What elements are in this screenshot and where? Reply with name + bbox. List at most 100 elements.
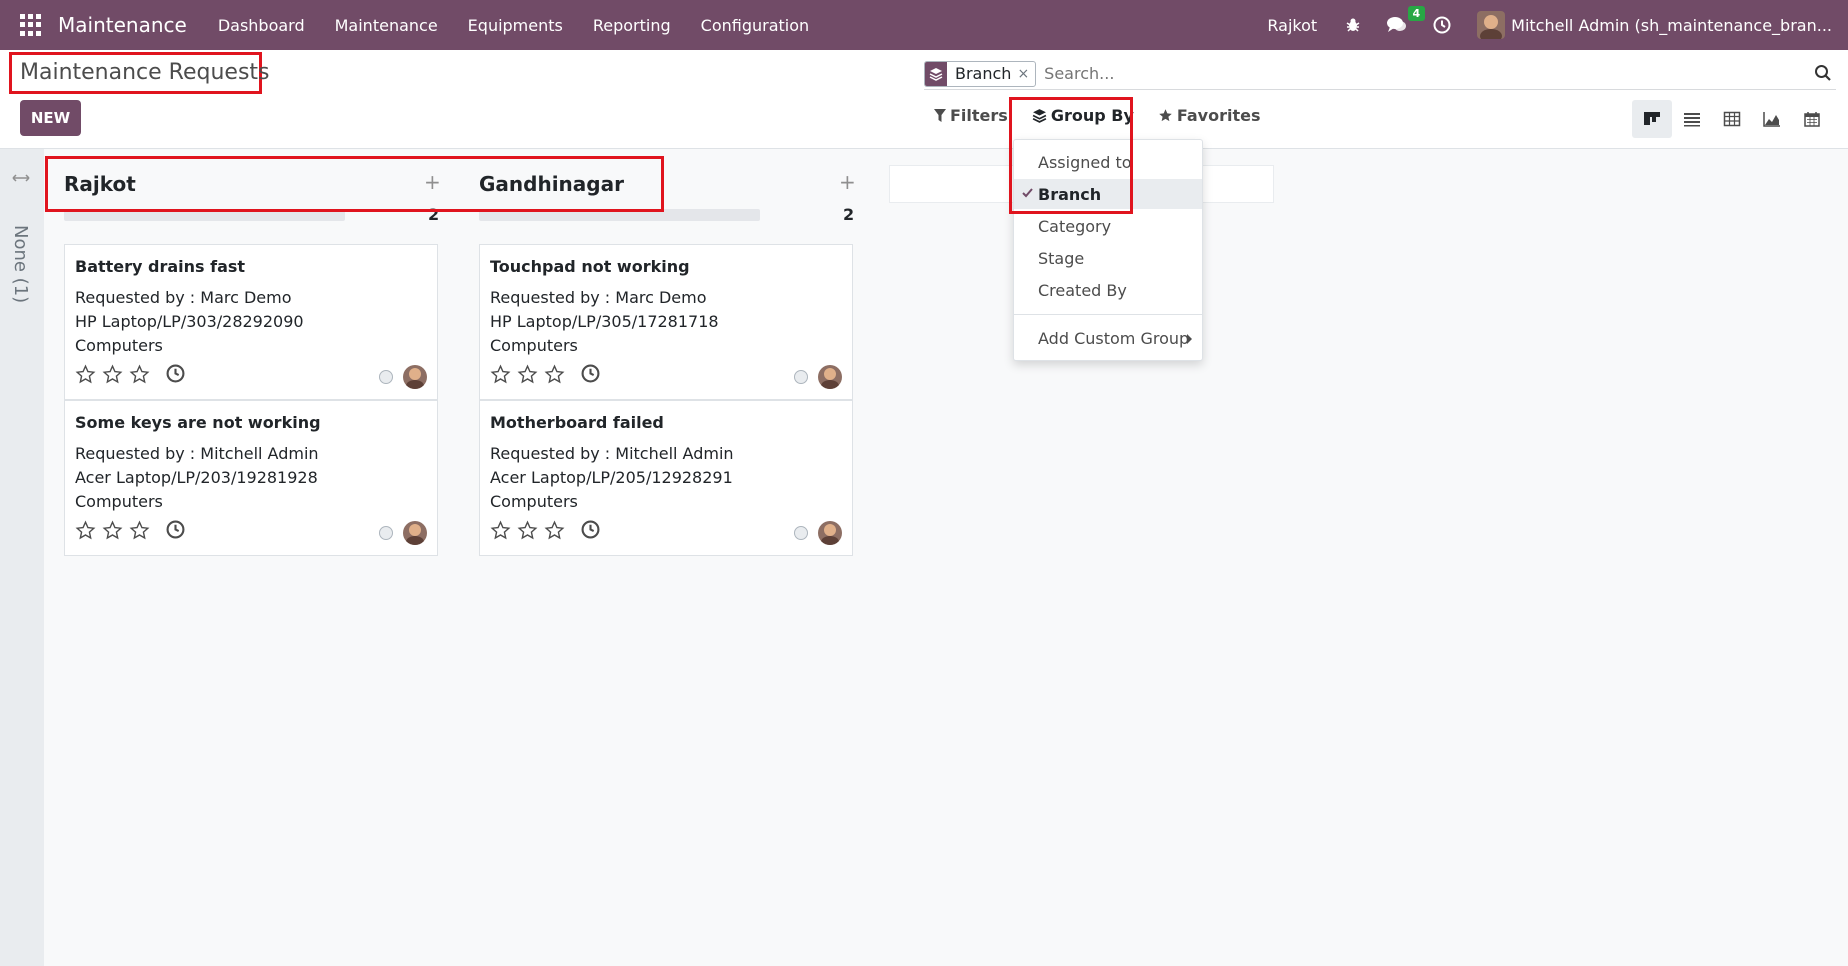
menu-equipments[interactable]: Equipments	[453, 16, 578, 35]
activity-clock-icon[interactable]	[581, 364, 600, 383]
user-name: Mitchell Admin (sh_maintenance_bran...	[1511, 15, 1832, 35]
priority-stars[interactable]	[490, 520, 571, 541]
card-requested-by: Requested by : Marc Demo	[490, 288, 707, 307]
star-outline-icon[interactable]	[129, 364, 150, 385]
groupby-dropdown: Assigned to Branch Category Stage Create…	[1013, 139, 1203, 361]
app-name[interactable]: Maintenance	[58, 13, 187, 37]
search-icon[interactable]	[1814, 64, 1832, 86]
groupby-button[interactable]: Group By	[1032, 106, 1134, 125]
filter-icon	[934, 108, 946, 122]
graph-view-icon[interactable]	[1752, 100, 1792, 138]
assignee-avatar[interactable]	[403, 521, 427, 545]
activity-clock-icon[interactable]	[166, 520, 185, 539]
layers-icon	[925, 61, 947, 86]
groupby-option-created-by[interactable]: Created By	[1014, 275, 1202, 305]
star-outline-icon[interactable]	[544, 520, 565, 541]
check-icon	[1022, 188, 1033, 198]
list-view-icon[interactable]	[1672, 100, 1712, 138]
activity-clock-icon[interactable]	[1433, 16, 1451, 34]
priority-stars[interactable]	[75, 520, 156, 541]
card-equipment: Acer Laptop/LP/203/19281928	[75, 468, 318, 487]
assignee-avatar[interactable]	[403, 365, 427, 389]
option-label: Category	[1038, 216, 1112, 236]
card-requested-by: Requested by : Mitchell Admin	[490, 444, 734, 463]
user-menu[interactable]: Mitchell Admin (sh_maintenance_bran...	[1477, 11, 1832, 39]
star-outline-icon[interactable]	[75, 364, 96, 385]
star-outline-icon[interactable]	[517, 520, 538, 541]
star-outline-icon[interactable]	[490, 364, 511, 385]
columns-highlight-box	[45, 156, 664, 212]
favorites-button[interactable]: Favorites	[1158, 106, 1260, 125]
search-input[interactable]	[1044, 64, 1745, 83]
column-count: 2	[843, 205, 855, 224]
card-category: Computers	[75, 492, 163, 511]
priority-stars[interactable]	[75, 364, 156, 385]
menu-maintenance[interactable]: Maintenance	[320, 16, 453, 35]
menu-dashboard[interactable]: Dashboard	[203, 16, 320, 35]
kanban-card[interactable]: Motherboard failed Requested by : Mitche…	[479, 400, 853, 556]
apps-menu-icon[interactable]	[20, 14, 42, 36]
card-equipment: HP Laptop/LP/305/17281718	[490, 312, 719, 331]
folded-column[interactable]: None (1)	[0, 149, 44, 966]
option-label: Branch	[1038, 184, 1102, 204]
star-outline-icon[interactable]	[517, 364, 538, 385]
priority-stars[interactable]	[490, 364, 571, 385]
kanban-view-icon[interactable]	[1632, 100, 1672, 138]
messages-badge: 4	[1407, 6, 1426, 21]
groupby-option-assigned-to[interactable]: Assigned to	[1014, 147, 1202, 177]
calendar-view-icon[interactable]	[1792, 100, 1832, 138]
option-label: Assigned to	[1038, 152, 1132, 172]
expand-arrows-icon	[12, 174, 30, 182]
menu-reporting[interactable]: Reporting	[578, 16, 686, 35]
assignee-avatar[interactable]	[818, 365, 842, 389]
main-menu: Dashboard Maintenance Equipments Reporti…	[203, 16, 824, 35]
groupby-option-category[interactable]: Category	[1014, 211, 1202, 241]
card-requested-by: Requested by : Marc Demo	[75, 288, 292, 307]
search-facet: Branch ×	[924, 60, 1037, 87]
pivot-view-icon[interactable]	[1712, 100, 1752, 138]
groupby-label: Group By	[1050, 106, 1134, 125]
card-category: Computers	[490, 492, 578, 511]
debug-bug-icon[interactable]	[1345, 17, 1361, 33]
search-bar: Branch ×	[924, 58, 1836, 90]
activity-clock-icon[interactable]	[581, 520, 600, 539]
star-outline-icon[interactable]	[490, 520, 511, 541]
activity-clock-icon[interactable]	[166, 364, 185, 383]
option-label: Add Custom Group	[1038, 328, 1190, 348]
kanban-card[interactable]: Some keys are not working Requested by :…	[64, 400, 438, 556]
star-outline-icon[interactable]	[102, 364, 123, 385]
new-button[interactable]: NEW	[20, 100, 81, 136]
assignee-avatar[interactable]	[818, 521, 842, 545]
facet-label: Branch	[955, 64, 1012, 83]
view-switcher	[1632, 100, 1832, 138]
kanban-state-indicator[interactable]	[794, 526, 808, 540]
top-navbar: Maintenance Dashboard Maintenance Equipm…	[0, 0, 1848, 50]
card-title: Motherboard failed	[490, 413, 664, 432]
company-switcher[interactable]: Rajkot	[1267, 16, 1317, 35]
messages-icon[interactable]: 4	[1387, 6, 1426, 34]
page-title[interactable]: Maintenance Requests	[20, 60, 270, 85]
filters-button[interactable]: Filters	[934, 106, 1008, 125]
quick-create-plus-icon[interactable]: +	[839, 170, 856, 194]
menu-configuration[interactable]: Configuration	[686, 16, 825, 35]
card-equipment: HP Laptop/LP/303/28292090	[75, 312, 304, 331]
card-title: Touchpad not working	[490, 257, 690, 276]
star-outline-icon[interactable]	[102, 520, 123, 541]
kanban-state-indicator[interactable]	[794, 370, 808, 384]
star-outline-icon[interactable]	[544, 364, 565, 385]
card-title: Some keys are not working	[75, 413, 321, 432]
add-custom-group[interactable]: Add Custom Group	[1014, 323, 1202, 353]
layers-icon	[1032, 109, 1047, 123]
card-requested-by: Requested by : Mitchell Admin	[75, 444, 319, 463]
kanban-state-indicator[interactable]	[379, 370, 393, 384]
groupby-option-branch[interactable]: Branch	[1014, 179, 1202, 209]
kanban-card[interactable]: Battery drains fast Requested by : Marc …	[64, 244, 438, 400]
folded-column-label: None (1)	[10, 225, 31, 304]
star-outline-icon[interactable]	[129, 520, 150, 541]
star-outline-icon[interactable]	[75, 520, 96, 541]
groupby-option-stage[interactable]: Stage	[1014, 243, 1202, 273]
kanban-state-indicator[interactable]	[379, 526, 393, 540]
kanban-card[interactable]: Touchpad not working Requested by : Marc…	[479, 244, 853, 400]
filters-label: Filters	[950, 106, 1008, 125]
facet-remove-icon[interactable]: ×	[1017, 66, 1035, 82]
